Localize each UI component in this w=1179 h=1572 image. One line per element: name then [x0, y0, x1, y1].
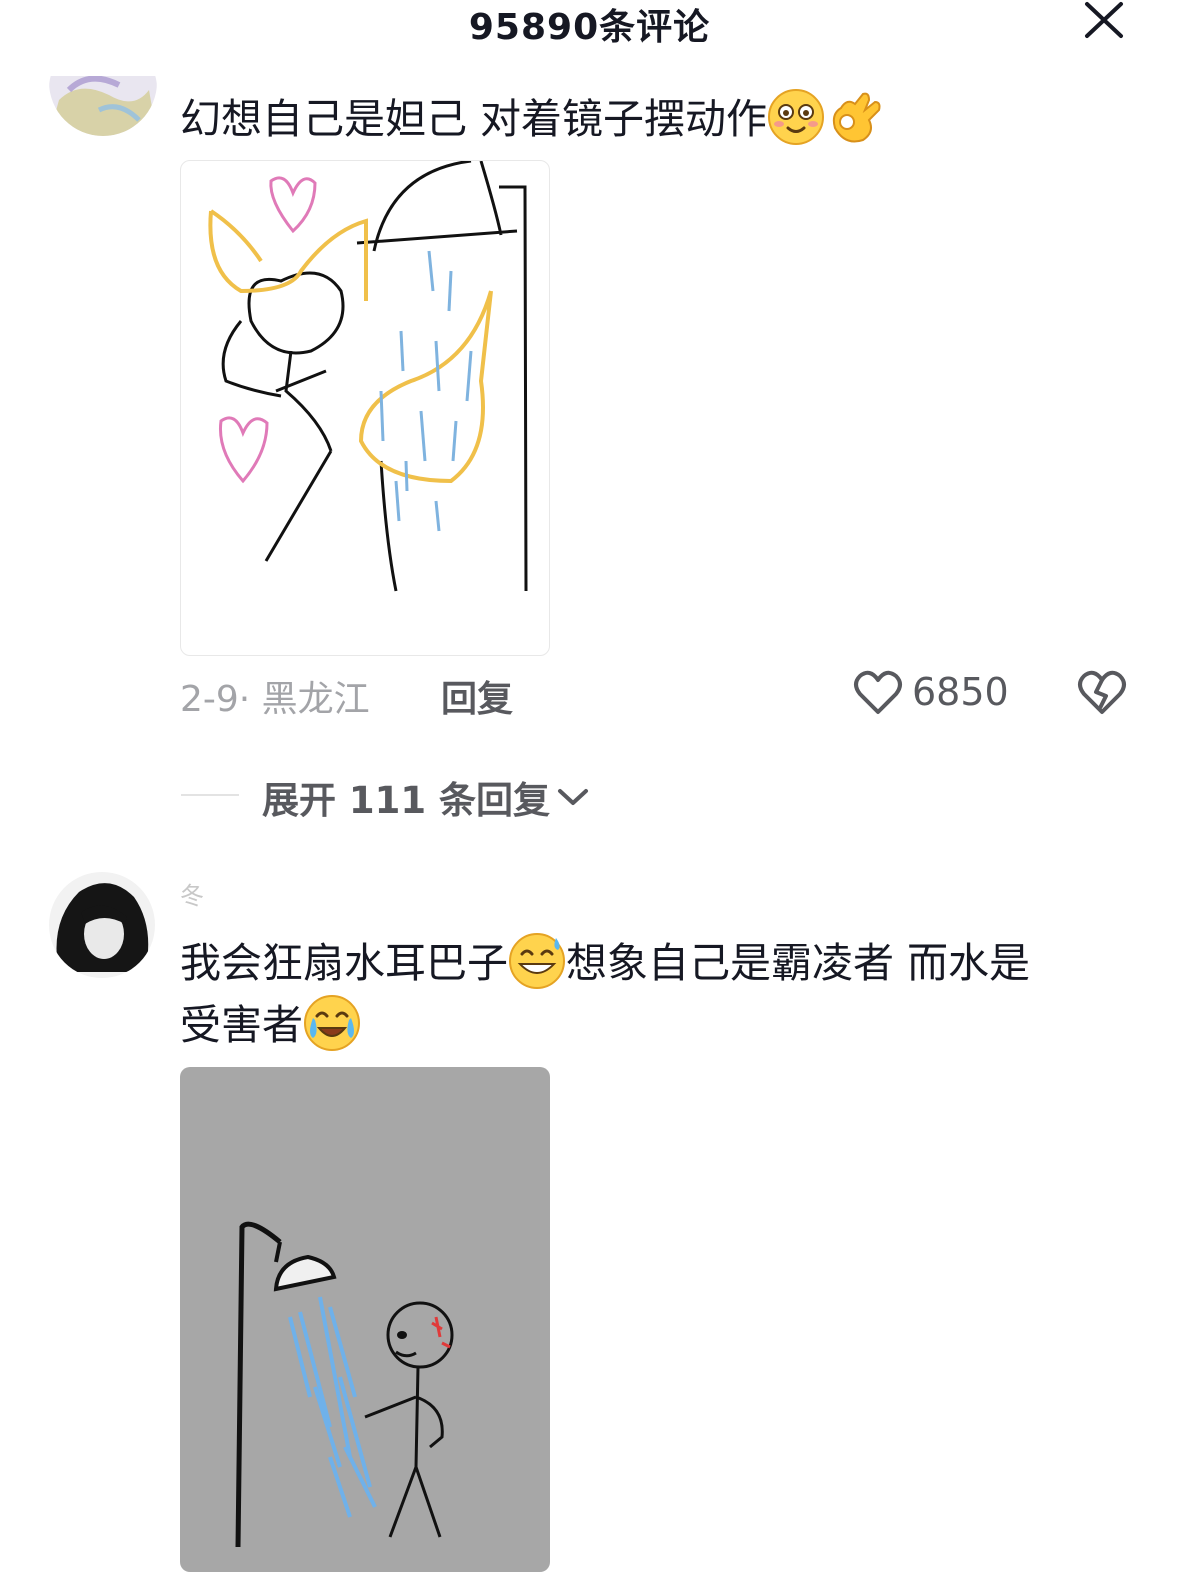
tears-joy-emoji	[304, 995, 360, 1051]
expand-replies-button[interactable]: 展开 111 条回复	[262, 770, 590, 824]
comment-image[interactable]	[180, 160, 550, 656]
comment-text: 幻想自己是妲己 对着镜子摆动作	[180, 88, 883, 150]
chevron-down-icon	[558, 789, 588, 805]
comment-text: 我会狂扇水耳巴子 想象自己是霸凌者 而水是 受害者	[180, 932, 1140, 1056]
grin-sweat-emoji	[509, 933, 565, 989]
comment-date-location: 2-9· 黑龙江	[180, 679, 370, 720]
reply-button[interactable]: 回复	[441, 670, 513, 722]
expand-replies-label: 展开 111 条回复	[262, 779, 550, 822]
ok-hand-emoji	[832, 92, 881, 143]
like-count: 6850	[912, 670, 1009, 714]
avatar[interactable]	[49, 872, 155, 978]
comment-image[interactable]	[180, 1067, 550, 1572]
divider	[181, 794, 239, 796]
blush-smile-emoji	[768, 89, 825, 145]
username[interactable]: 冬	[180, 876, 204, 911]
avatar[interactable]	[49, 76, 157, 136]
heart-icon[interactable]	[852, 668, 904, 716]
broken-heart-icon[interactable]	[1076, 668, 1128, 716]
close-icon[interactable]	[1082, 0, 1126, 40]
comments-count-title: 95890条评论	[468, 7, 711, 48]
